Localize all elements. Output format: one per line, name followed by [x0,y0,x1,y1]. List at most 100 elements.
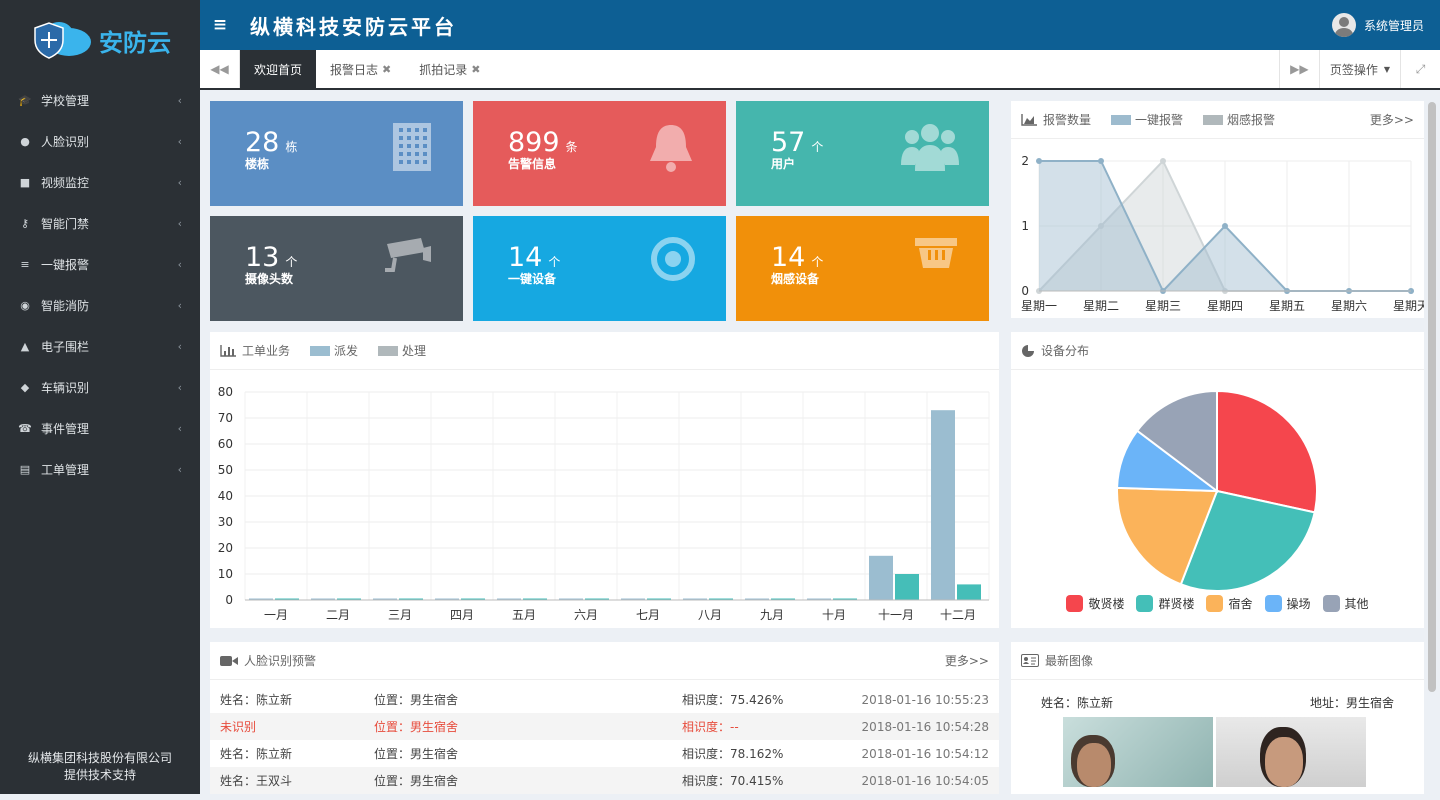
panel-title: 设备分布 [1041,344,1090,358]
panel-header: 人脸识别预警 更多>> [210,642,999,680]
building-icon [391,121,433,176]
legend-item[interactable]: 处理 [378,342,426,359]
legend-item[interactable]: 操场 [1264,595,1311,612]
close-icon[interactable]: ✖ [471,63,480,76]
data-point[interactable] [1098,158,1104,164]
alert-name: 姓名：陈立新 [220,747,293,761]
alert-similarity: 相识度：-- [682,720,739,734]
alarm-count-panel: 报警数量 一键报警 烟感报警 更多>> 0 1 2 星期一 星期二 星期三 星期四 星期五 星期… [1011,101,1429,318]
video-camera-icon [220,655,238,666]
legend-label: 其他 [1344,597,1369,611]
shield-cloud-icon [34,22,91,59]
data-point[interactable] [1160,158,1166,164]
close-icon[interactable]: ✖ [382,63,391,76]
bar[interactable] [895,574,919,600]
user-menu[interactable]: 系统管理员 [1331,13,1424,37]
sidebar-item-label: 电子围栏 [41,340,90,354]
bar[interactable] [931,410,955,600]
x-tick-label: 星期一 [1021,299,1057,313]
tab-scroll-right-icon[interactable]: ▶▶ [1278,50,1319,88]
y-tick-label: 40 [218,489,233,503]
stat-value-wrap: 14 个 [508,242,560,273]
legend-item[interactable]: 宿舍 [1206,595,1253,612]
bar[interactable] [957,584,981,600]
fullscreen-icon[interactable]: ⤢ [1400,50,1440,88]
stat-card[interactable]: 57 个用户 [736,101,989,206]
sidebar-item-label: 一键报警 [41,258,90,272]
sidebar-menu: 🎓 学校管理 ‹ ● 人脸识别 ‹ ■ 视频监控 ‹ ⚷ 智能门禁 ‹ ≡ 一键报警 ‹ ◉ 智能消防 ‹ ▲ 电子围… [0,80,200,490]
x-tick-label: 十二月 [940,608,976,622]
sidebar-item[interactable]: ▤ 工单管理 ‹ [0,449,200,490]
alert-row[interactable]: 姓名：陈立新 位置：男生宿舍 相识度：75.426% 2018-01-16 10:55… [210,686,999,713]
x-tick-label: 一月 [264,608,288,622]
panel-header: 工单业务 派发 处理 [210,332,999,370]
bar[interactable] [869,555,893,600]
alert-similarity: 相识度：75.426% [682,693,784,707]
tab-label: 报警日志 [330,62,379,77]
alert-name: 姓名：王双斗 [220,774,293,788]
legend-item[interactable]: 烟感报警 [1203,111,1275,128]
tab-alarm-log[interactable]: 报警日志 ✖ [316,50,405,88]
panel-header: 最新图像 [1011,642,1424,680]
alert-row[interactable]: 姓名：陈立新 位置：男生宿舍 相识度：78.162% 2018-01-16 10:54… [210,740,999,767]
user-name: 系统管理员 [1363,18,1424,33]
alert-row[interactable]: 未识别 位置：男生宿舍 相识度：-- 2018-01-16 10:54:28 [210,713,999,740]
avatar [1331,13,1356,37]
legend-swatch [1264,595,1282,612]
tab-capture-record[interactable]: 抓拍记录 ✖ [405,50,494,88]
caret-down-icon: ▼ [1383,64,1390,74]
more-link[interactable]: 更多>> [1370,111,1414,128]
x-tick-label: 四月 [450,608,474,622]
pie-chart-icon [1022,343,1035,357]
stat-card[interactable]: 13 个摄像头数 [210,216,463,321]
page-ops-dropdown[interactable]: 页签操作 ▼ [1318,50,1400,88]
page-scrollbar[interactable] [1428,102,1436,692]
legend-swatch [1136,595,1154,612]
legend-item[interactable]: 敬贤楼 [1066,595,1124,612]
sidebar-item[interactable]: ≡ 一键报警 ‹ [0,244,200,285]
workorder-bar-chart: 0 10 20 30 40 50 60 70 80 一月 二月 三月 四月 五月 六月 七月 八月 九月 十月 十一月… [218,385,990,622]
legend-item[interactable]: 一键报警 [1111,111,1183,128]
stat-label: 烟感设备 [771,272,820,286]
sidebar-item[interactable]: ☎ 事件管理 ‹ [0,408,200,449]
sidebar-item[interactable]: ■ 视频监控 ‹ [0,162,200,203]
sidebar-item[interactable]: ⚷ 智能门禁 ‹ [0,203,200,244]
key-icon: ⚷ [20,217,30,230]
stat-label: 摄像头数 [245,272,294,286]
capture-image[interactable] [1063,717,1213,787]
data-point[interactable] [1036,158,1042,164]
sidebar-item[interactable]: ▲ 电子围栏 ‹ [0,326,200,367]
more-link[interactable]: 更多>> [945,652,989,669]
legend-item[interactable]: 群贤楼 [1136,595,1194,612]
alert-row[interactable]: 姓名：王双斗 位置：男生宿舍 相识度：70.415% 2018-01-16 10:54… [210,767,999,794]
legend-label: 敬贤楼 [1088,597,1125,611]
x-tick-label: 八月 [698,608,722,622]
sidebar-item[interactable]: 🎓 学校管理 ‹ [0,80,200,121]
alert-location: 位置：男生宿舍 [374,693,459,707]
data-point[interactable] [1222,223,1228,229]
legend-swatch [1066,595,1084,612]
stat-card[interactable]: 14 个一键设备 [473,216,726,321]
alert-name: 姓名：陈立新 [220,693,293,707]
stat-card[interactable]: 14 个烟感设备 [736,216,989,321]
legend-item[interactable]: 其他 [1322,595,1369,612]
alert-time: 2018-01-16 10:54:05 [861,773,989,788]
sidebar-item[interactable]: ◉ 智能消防 ‹ [0,285,200,326]
device-pie-chart [1116,389,1318,592]
sidebar-item[interactable]: ◆ 车辆识别 ‹ [0,367,200,408]
stat-value: 14 [771,242,806,273]
legend-label: 处理 [402,344,427,358]
fire-icon: ◉ [20,299,30,312]
stat-card[interactable]: 28 栋楼栋 [210,101,463,206]
sidebar-item[interactable]: ● 人脸识别 ‹ [0,121,200,162]
profile-image[interactable] [1216,717,1366,787]
logo-text: 安防云 [99,28,171,57]
stat-card[interactable]: 899 条告警信息 [473,101,726,206]
legend-item[interactable]: 派发 [310,342,358,359]
y-tick-label: 2 [1021,154,1029,168]
tab-welcome[interactable]: 欢迎首页 [240,50,317,88]
tab-scroll-left-icon[interactable]: ◀◀ [200,50,240,88]
menu-toggle-icon[interactable]: ≡ [200,15,240,35]
device-distribution-panel: 设备分布 敬贤楼 群贤楼 宿舍 操场 其他 [1011,332,1424,628]
sidebar-item-label: 视频监控 [41,176,90,190]
